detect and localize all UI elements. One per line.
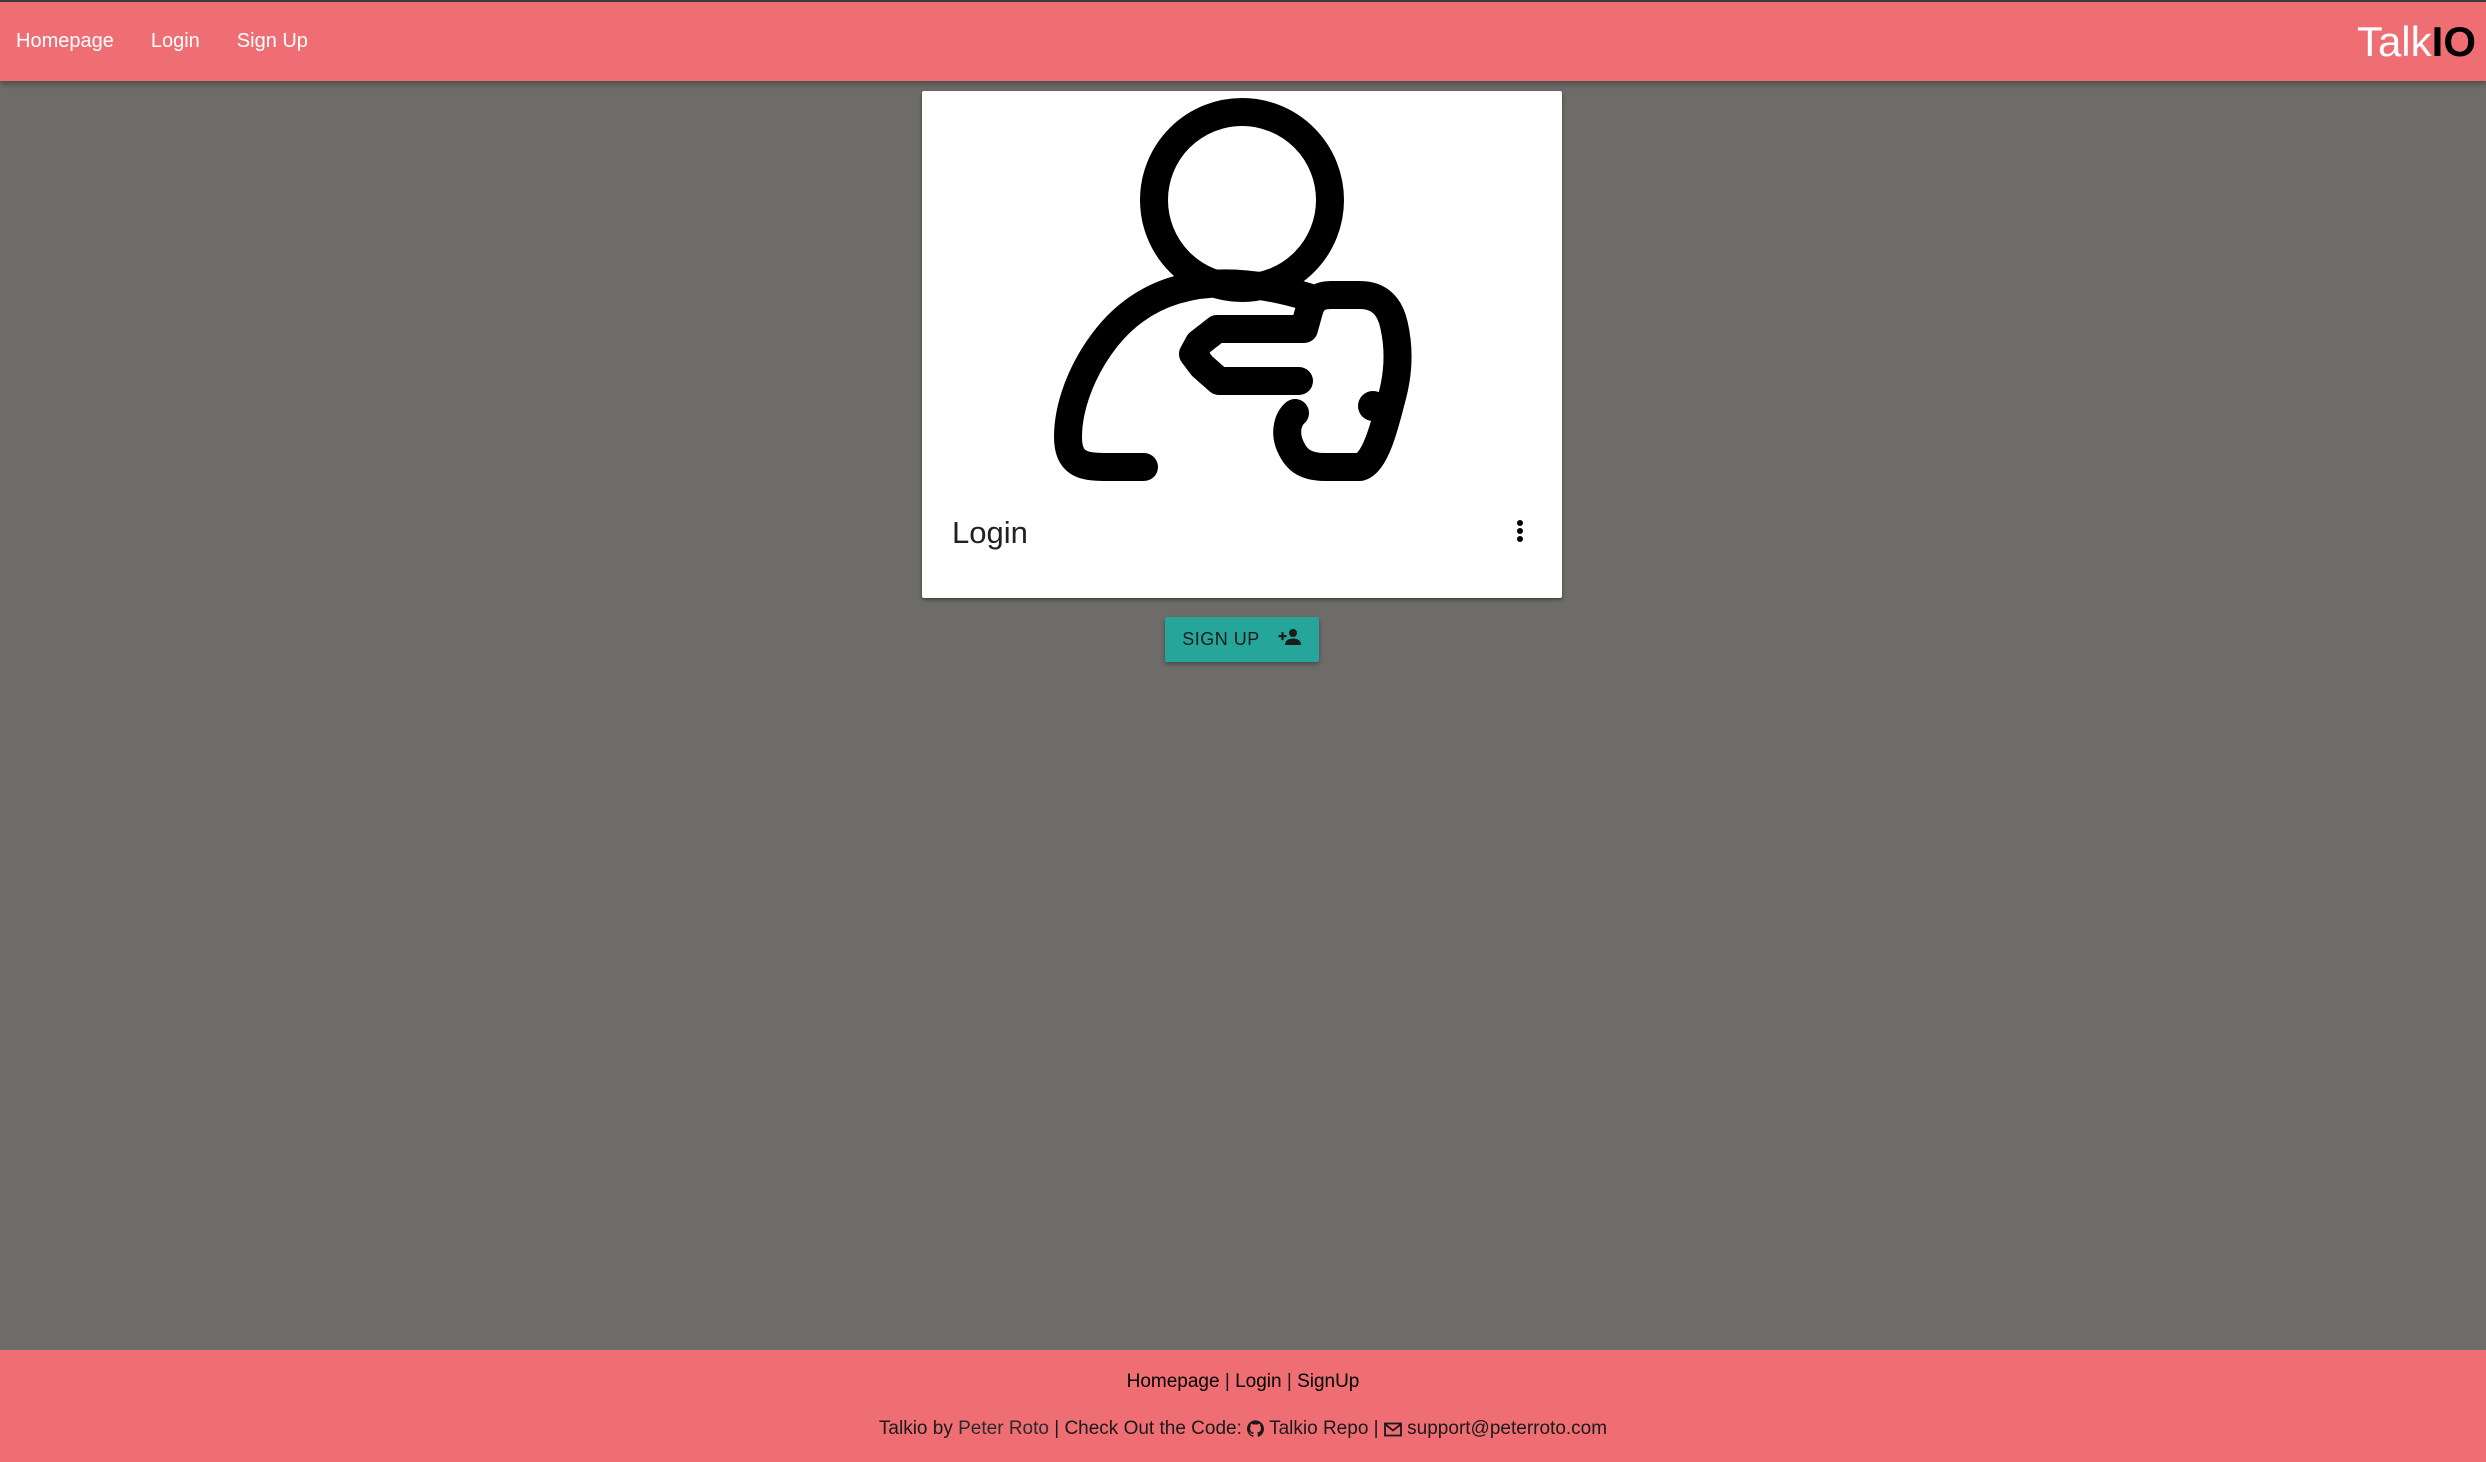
signup-button-label: SIGN UP [1182,629,1260,649]
signup-button[interactable]: SIGN UP [1165,617,1319,662]
email-link[interactable]: support@peterroto.com [1383,1418,1608,1439]
email-label: support@peterroto.com [1407,1418,1608,1439]
nav-links: Homepage Login Sign Up [0,2,329,81]
page: Homepage Login Sign Up TalkIO Login SIGN… [0,0,2486,1462]
footer-separator: | [1286,1371,1292,1392]
brand-main: Talk [2356,18,2432,65]
envelope-icon [1383,1420,1402,1444]
repo-link[interactable]: Talkio Repo [1247,1418,1368,1439]
nav-link-homepage[interactable]: Homepage [0,2,114,81]
code-text: Check Out the Code: [1064,1418,1242,1439]
person-add-icon [1278,628,1302,651]
footer: Homepage | Login | SignUp Talkio by Pete… [0,1350,2486,1462]
footer-separator: | [1054,1418,1060,1439]
footer-link-login[interactable]: Login [1235,1371,1282,1392]
footer-separator: | [1224,1371,1230,1392]
footer-credit: Talkio by Peter Roto | Check Out the Cod… [0,1417,2486,1444]
github-icon [1247,1420,1265,1444]
navbar: Homepage Login Sign Up TalkIO [0,0,2486,81]
repo-label: Talkio Repo [1269,1418,1369,1439]
author-link[interactable]: Peter Roto [958,1418,1049,1439]
login-card: Login [922,91,1562,598]
nav-link-login[interactable]: Login [135,2,200,81]
footer-link-homepage[interactable]: Homepage [1127,1371,1220,1392]
credit-prefix: Talkio by [878,1418,953,1439]
brand-logo[interactable]: TalkIO [2357,2,2476,81]
nav-link-signup[interactable]: Sign Up [221,2,308,81]
footer-links: Homepage | Login | SignUp [0,1370,2486,1394]
card-title: Login [952,515,1028,550]
footer-link-signup[interactable]: SignUp [1297,1371,1359,1392]
brand-accent: IO [2431,18,2476,65]
user-key-icon [922,91,1562,491]
more-vert-icon[interactable] [1508,513,1532,549]
footer-separator: | [1373,1418,1379,1439]
